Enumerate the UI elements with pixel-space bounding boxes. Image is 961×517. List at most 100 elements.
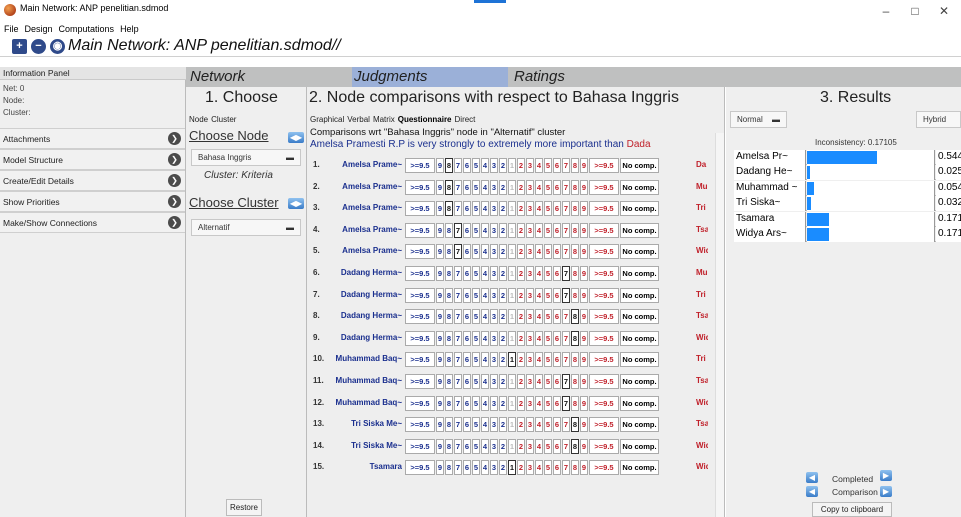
cluster-select[interactable]: Alternatif ▬ bbox=[191, 219, 301, 236]
scale-right-2[interactable]: 4 bbox=[535, 179, 543, 195]
scale-left-6[interactable]: 4 bbox=[481, 374, 489, 389]
scale-left-2[interactable]: 8 bbox=[445, 158, 453, 173]
scale-right-1[interactable]: 3 bbox=[526, 244, 534, 260]
scale-left-0[interactable]: >=9.5 bbox=[405, 417, 435, 433]
scale-left-5[interactable]: 5 bbox=[472, 222, 480, 238]
scale-right-3[interactable]: 5 bbox=[544, 179, 552, 195]
view-icon[interactable]: ◉ bbox=[50, 39, 65, 54]
scale-right-8[interactable]: >=9.5 bbox=[589, 438, 619, 454]
scale-right-8[interactable]: >=9.5 bbox=[589, 309, 619, 325]
arrow-right-icon[interactable]: ▶ bbox=[880, 486, 892, 497]
scale-left-0[interactable]: >=9.5 bbox=[405, 374, 435, 389]
minimize-button[interactable]: – bbox=[876, 4, 896, 18]
scale-left-6[interactable]: 4 bbox=[481, 309, 489, 325]
scale-right-3[interactable]: 5 bbox=[544, 266, 552, 281]
maximize-button[interactable]: □ bbox=[905, 4, 925, 18]
scale-right-0[interactable]: 2 bbox=[517, 309, 525, 325]
no-comparison-button[interactable]: No comp. bbox=[620, 438, 659, 454]
scale-left-0[interactable]: >=9.5 bbox=[405, 201, 435, 217]
scale-right-3[interactable]: 5 bbox=[544, 158, 552, 173]
scale-right-3[interactable]: 5 bbox=[544, 287, 552, 303]
scale-equal[interactable]: 1 bbox=[508, 395, 516, 411]
comparisons-scrollbar[interactable] bbox=[715, 133, 724, 517]
scale-right-4[interactable]: 6 bbox=[553, 179, 561, 195]
scale-left-6[interactable]: 4 bbox=[481, 395, 489, 411]
scale-right-7[interactable]: 9 bbox=[580, 158, 588, 173]
scale-left-4[interactable]: 6 bbox=[463, 438, 471, 454]
scale-right-4[interactable]: 6 bbox=[553, 222, 561, 238]
scale-right-2[interactable]: 4 bbox=[535, 158, 543, 173]
arrow-right-icon[interactable]: ▶ bbox=[880, 470, 892, 481]
scale-left-4[interactable]: 6 bbox=[463, 460, 471, 476]
scale-left-0[interactable]: >=9.5 bbox=[405, 287, 435, 303]
scale-left-3[interactable]: 7 bbox=[454, 438, 462, 454]
scale-left-8[interactable]: 2 bbox=[499, 158, 507, 173]
hybrid-select[interactable]: Hybrid bbox=[916, 111, 961, 128]
scale-left-2[interactable]: 8 bbox=[445, 222, 453, 238]
scale-right-0[interactable]: 2 bbox=[517, 266, 525, 281]
scale-right-2[interactable]: 4 bbox=[535, 222, 543, 238]
scale-left-6[interactable]: 4 bbox=[481, 179, 489, 195]
no-comparison-button[interactable]: No comp. bbox=[620, 201, 659, 217]
scale-left-2[interactable]: 8 bbox=[445, 374, 453, 389]
scale-equal[interactable]: 1 bbox=[508, 222, 516, 238]
scale-equal[interactable]: 1 bbox=[508, 374, 516, 389]
scale-left-8[interactable]: 2 bbox=[499, 244, 507, 260]
scale-right-6[interactable]: 8 bbox=[571, 374, 579, 389]
scale-right-4[interactable]: 6 bbox=[553, 287, 561, 303]
scale-left-0[interactable]: >=9.5 bbox=[405, 352, 435, 368]
copy-to-clipboard-button[interactable]: Copy to clipboard bbox=[812, 502, 892, 517]
scale-equal[interactable]: 1 bbox=[508, 244, 516, 260]
scale-right-4[interactable]: 6 bbox=[553, 460, 561, 476]
scale-right-4[interactable]: 6 bbox=[553, 374, 561, 389]
menu-help[interactable]: Help bbox=[120, 24, 139, 34]
scale-left-5[interactable]: 5 bbox=[472, 352, 480, 368]
scale-left-4[interactable]: 6 bbox=[463, 417, 471, 433]
scale-left-7[interactable]: 3 bbox=[490, 460, 498, 476]
no-comparison-button[interactable]: No comp. bbox=[620, 266, 659, 281]
scale-right-8[interactable]: >=9.5 bbox=[589, 352, 619, 368]
scale-right-2[interactable]: 4 bbox=[535, 330, 543, 346]
scale-left-6[interactable]: 4 bbox=[481, 201, 489, 217]
scale-left-7[interactable]: 3 bbox=[490, 158, 498, 173]
scale-equal[interactable]: 1 bbox=[508, 179, 516, 195]
scale-right-2[interactable]: 4 bbox=[535, 417, 543, 433]
scale-left-7[interactable]: 3 bbox=[490, 201, 498, 217]
scale-left-4[interactable]: 6 bbox=[463, 222, 471, 238]
scale-left-7[interactable]: 3 bbox=[490, 222, 498, 238]
scale-left-1[interactable]: 9 bbox=[436, 244, 444, 260]
scale-left-6[interactable]: 4 bbox=[481, 438, 489, 454]
model-structure-button[interactable]: Model Structure ❯ bbox=[0, 149, 185, 170]
scale-left-2[interactable]: 8 bbox=[445, 460, 453, 476]
scale-left-1[interactable]: 9 bbox=[436, 395, 444, 411]
scale-left-1[interactable]: 9 bbox=[436, 352, 444, 368]
scale-left-0[interactable]: >=9.5 bbox=[405, 330, 435, 346]
scale-left-5[interactable]: 5 bbox=[472, 244, 480, 260]
scale-right-8[interactable]: >=9.5 bbox=[589, 287, 619, 303]
scale-left-5[interactable]: 5 bbox=[472, 158, 480, 173]
scale-equal[interactable]: 1 bbox=[508, 287, 516, 303]
tab-ratings[interactable]: Ratings bbox=[514, 68, 565, 85]
scale-right-1[interactable]: 3 bbox=[526, 374, 534, 389]
scale-left-7[interactable]: 3 bbox=[490, 374, 498, 389]
scale-right-6[interactable]: 8 bbox=[571, 460, 579, 476]
scale-right-4[interactable]: 6 bbox=[553, 438, 561, 454]
scale-left-0[interactable]: >=9.5 bbox=[405, 266, 435, 281]
scale-left-8[interactable]: 2 bbox=[499, 287, 507, 303]
scale-right-6[interactable]: 8 bbox=[571, 222, 579, 238]
scale-right-7[interactable]: 9 bbox=[580, 438, 588, 454]
scale-equal[interactable]: 1 bbox=[508, 158, 516, 173]
scale-right-5[interactable]: 7 bbox=[562, 309, 570, 325]
scale-right-5[interactable]: 7 bbox=[562, 158, 570, 173]
show-priorities-button[interactable]: Show Priorities ❯ bbox=[0, 191, 185, 212]
tab-direct[interactable]: Direct bbox=[455, 115, 476, 124]
scale-left-4[interactable]: 6 bbox=[463, 201, 471, 217]
attachments-button[interactable]: Attachments ❯ bbox=[0, 128, 185, 149]
scale-left-3[interactable]: 7 bbox=[454, 244, 462, 260]
scale-right-7[interactable]: 9 bbox=[580, 460, 588, 476]
scale-right-5[interactable]: 7 bbox=[562, 395, 570, 411]
menu-file[interactable]: File bbox=[4, 24, 19, 34]
scale-left-8[interactable]: 2 bbox=[499, 179, 507, 195]
scale-left-8[interactable]: 2 bbox=[499, 395, 507, 411]
scale-left-1[interactable]: 9 bbox=[436, 374, 444, 389]
